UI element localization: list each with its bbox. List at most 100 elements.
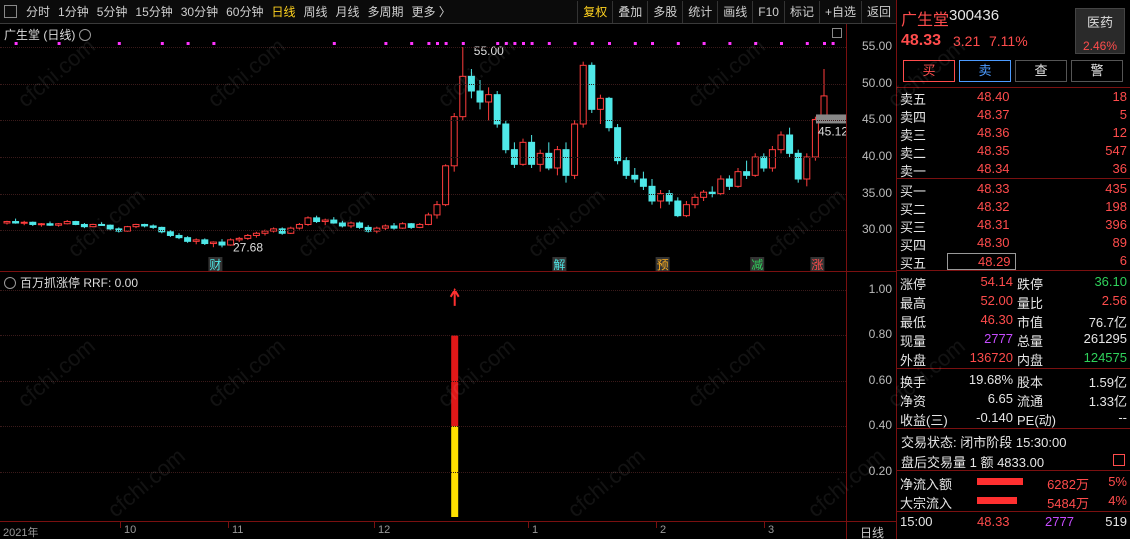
- period-tab[interactable]: 1分钟: [54, 1, 93, 23]
- alert-button[interactable]: 警: [1071, 60, 1123, 82]
- candle-body: [562, 149, 570, 176]
- signal-dot: [805, 42, 809, 45]
- candle-body: [777, 134, 785, 151]
- candle-body: [416, 223, 424, 228]
- sector-badge[interactable]: 医药 2.46%: [1075, 8, 1125, 54]
- candle-body: [768, 149, 776, 169]
- book-volume: 36: [1112, 161, 1127, 176]
- book-price: 48.33: [977, 181, 1010, 196]
- candle-body: [553, 149, 561, 169]
- period-tab[interactable]: 60分钟: [222, 1, 267, 23]
- candle-body: [743, 171, 751, 176]
- stat-value: 19.68%: [968, 372, 1013, 387]
- candle-body: [803, 156, 811, 180]
- candle-body: [596, 97, 604, 110]
- toolbar-action-button[interactable]: 统计: [682, 1, 717, 23]
- signal-dot: [676, 42, 680, 45]
- period-tab[interactable]: 月线: [332, 1, 364, 23]
- candle-body: [37, 223, 45, 226]
- stat-row: 最高 52.00 量比 2.56: [897, 292, 1130, 311]
- trade-status: 交易状态: 闭市阶段 15:30:00: [901, 435, 1067, 450]
- tick-count: 519: [1105, 514, 1127, 529]
- sell-button[interactable]: 卖: [959, 60, 1011, 82]
- flow-value: 6282万: [1047, 477, 1089, 492]
- candle-body: [381, 225, 389, 229]
- book-price: 48.40: [977, 89, 1010, 104]
- candlestick-chart[interactable]: 55.0027.6845.12财解预减涨: [0, 24, 846, 272]
- candle-body: [390, 225, 398, 229]
- candle-body: [295, 223, 303, 229]
- bid-row: 买三 48.31 396: [897, 216, 1130, 235]
- ask-row: 卖五 48.40 18: [897, 88, 1130, 107]
- signal-dot: [57, 42, 61, 45]
- event-marker-label: 涨: [811, 257, 823, 272]
- book-volume: 18: [1112, 89, 1127, 104]
- ask-row: 卖四 48.37 5: [897, 106, 1130, 125]
- toolbar-action-button[interactable]: 标记: [783, 1, 819, 23]
- candle-body: [261, 230, 269, 234]
- period-tab[interactable]: 周线: [299, 1, 331, 23]
- toolbar-action-button[interactable]: 复权: [577, 1, 612, 23]
- period-tab[interactable]: 5分钟: [93, 1, 132, 23]
- signal-dot: [427, 42, 431, 45]
- toolbar-action-button[interactable]: +自选: [818, 1, 861, 23]
- grid-line: [0, 471, 846, 473]
- book-volume: 89: [1112, 235, 1127, 250]
- stat-label: 涨停: [900, 277, 927, 292]
- buy-button[interactable]: 买: [903, 60, 955, 82]
- period-tab[interactable]: 更多 〉: [408, 1, 455, 23]
- period-tab[interactable]: 多周期: [364, 1, 408, 23]
- stat-label: 市值: [1017, 315, 1044, 330]
- signal-dot: [573, 42, 577, 45]
- book-price: 48.29: [947, 253, 1016, 270]
- signal-dot: [651, 42, 654, 45]
- candle-body: [106, 224, 114, 230]
- signal-dot: [590, 42, 594, 45]
- book-price: 48.36: [977, 125, 1010, 140]
- period-toolbar: 分时 1分钟 5分钟 15分钟 30分钟 60分钟 日线 周线 月线 多周期 更多 〉 复权 叠加 多股…: [0, 0, 896, 24]
- toolbar-actions: 复权 叠加 多股 统计 画线 F10 标记 +自选 返回: [577, 0, 896, 24]
- signal-dot: [728, 42, 732, 45]
- menu-icon[interactable]: [4, 5, 17, 18]
- period-tab[interactable]: 日线: [267, 1, 299, 23]
- candle-body: [442, 165, 450, 206]
- toolbar-action-button[interactable]: 叠加: [612, 1, 647, 23]
- indicator-y-tick: 0.40: [868, 418, 892, 433]
- tick-price: 48.33: [977, 514, 1010, 529]
- candle-body: [725, 178, 733, 187]
- event-marker-label: 减: [751, 258, 763, 272]
- low-price-label: 27.68: [233, 240, 263, 254]
- toolbar-action-button[interactable]: 返回: [860, 1, 896, 23]
- event-marker-label: 财: [209, 258, 221, 272]
- candle-body: [588, 64, 596, 110]
- signal-dot: [530, 42, 534, 45]
- price-chart-panel[interactable]: 广生堂 (日线) 55.00 27.68 45.12 财解预减涨 55.00 50.00…: [0, 24, 896, 272]
- sector-change: 2.46%: [1082, 39, 1118, 53]
- period-tab[interactable]: 分时: [22, 1, 54, 23]
- signal-dot: [513, 42, 517, 45]
- x-tick: 12: [378, 524, 391, 536]
- candle-body: [459, 75, 467, 118]
- candle-body: [450, 116, 458, 167]
- toolbar-action-button[interactable]: 画线: [717, 1, 752, 23]
- signal-dot: [831, 42, 835, 45]
- tick-volume: 2777: [1045, 514, 1074, 529]
- period-tab[interactable]: 15分钟: [131, 1, 176, 23]
- scroll-arrow-up-icon[interactable]: [832, 28, 842, 38]
- price-y-axis: 55.00 50.00 45.00 40.00 35.00 30.00: [846, 24, 896, 271]
- indicator-chart[interactable]: [0, 272, 846, 521]
- x-axis-mode[interactable]: 日线: [860, 524, 884, 539]
- candle-body: [63, 221, 71, 225]
- toolbar-action-button[interactable]: F10: [752, 1, 784, 23]
- query-button[interactable]: 查: [1015, 60, 1067, 82]
- bar-chart-icon[interactable]: [1113, 454, 1125, 466]
- candle-body: [579, 64, 587, 125]
- candle-body: [80, 223, 88, 228]
- indicator-panel[interactable]: 百万抓涨停 RRF: 0.00 1.00 0.80 0.60 0.40 0.20: [0, 272, 896, 521]
- candle-body: [347, 222, 355, 227]
- candle-body: [201, 239, 209, 245]
- candle-body: [639, 178, 647, 187]
- period-tab[interactable]: 30分钟: [177, 1, 222, 23]
- toolbar-action-button[interactable]: 多股: [647, 1, 682, 23]
- stock-code: 300436: [949, 7, 1000, 24]
